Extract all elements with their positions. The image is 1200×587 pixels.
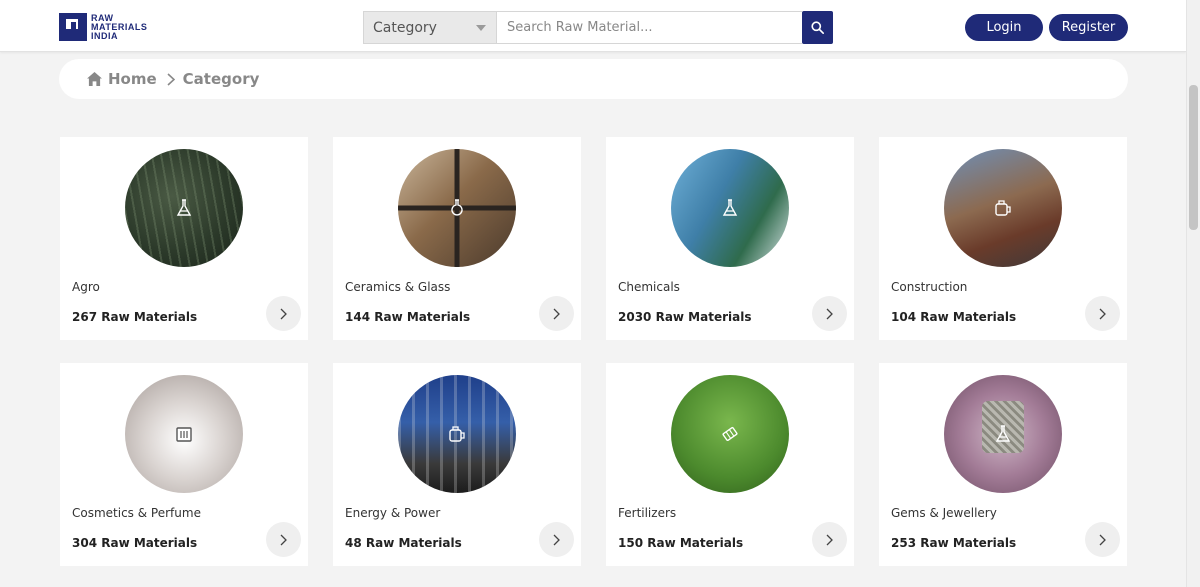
category-count: 48 Raw Materials [345, 536, 462, 550]
logo-mark-icon [59, 13, 87, 41]
breadcrumb: Home Category [59, 59, 1128, 99]
chevron-right-icon [553, 308, 560, 319]
category-count: 267 Raw Materials [72, 310, 198, 324]
category-card-ceramics-glass[interactable]: Ceramics & Glass 144 Raw Materials [333, 137, 581, 340]
category-arrow-button[interactable] [539, 296, 574, 331]
category-image[interactable] [398, 375, 516, 493]
search-icon [811, 21, 824, 34]
chevron-right-icon [553, 534, 560, 545]
category-name[interactable]: Agro [72, 280, 100, 294]
chevron-right-icon [280, 308, 287, 319]
category-name[interactable]: Chemicals [618, 280, 680, 294]
chevron-right-icon [1099, 534, 1106, 545]
category-arrow-button[interactable] [812, 522, 847, 557]
bag-icon [720, 424, 740, 444]
category-count: 144 Raw Materials [345, 310, 471, 324]
chevron-right-icon [826, 308, 833, 319]
category-card-gems-jewellery[interactable]: Gems & Jewellery 253 Raw Materials [879, 363, 1127, 566]
chevron-right-icon [1099, 308, 1106, 319]
flask-icon [720, 198, 740, 218]
flask-icon [174, 198, 194, 218]
category-arrow-button[interactable] [266, 522, 301, 557]
category-card-construction[interactable]: Construction 104 Raw Materials [879, 137, 1127, 340]
chevron-right-icon [280, 534, 287, 545]
register-button[interactable]: Register [1049, 14, 1128, 41]
category-count: 150 Raw Materials [618, 536, 744, 550]
site-logo[interactable]: RAW MATERIALS INDIA [59, 13, 147, 41]
caret-down-icon [476, 24, 486, 31]
scrollbar-thumb[interactable] [1189, 85, 1198, 230]
category-image[interactable] [944, 375, 1062, 493]
chevron-right-icon [167, 72, 175, 86]
category-name[interactable]: Cosmetics & Perfume [72, 506, 201, 520]
home-icon [87, 72, 102, 86]
category-arrow-button[interactable] [1085, 296, 1120, 331]
category-card-agro[interactable]: Agro 267 Raw Materials [60, 137, 308, 340]
category-card-cosmetics-perfume[interactable]: Cosmetics & Perfume 304 Raw Materials [60, 363, 308, 566]
category-count: 253 Raw Materials [891, 536, 1017, 550]
container-icon [447, 424, 467, 444]
category-name[interactable]: Construction [891, 280, 967, 294]
category-name[interactable]: Fertilizers [618, 506, 676, 520]
category-arrow-button[interactable] [1085, 522, 1120, 557]
category-image[interactable] [671, 375, 789, 493]
category-count: 2030 Raw Materials [618, 310, 752, 324]
search-input[interactable] [496, 11, 802, 44]
container-icon [993, 198, 1013, 218]
breadcrumb-home-label: Home [108, 70, 157, 88]
site-header: RAW MATERIALS INDIA Category Login Regis… [0, 0, 1186, 52]
category-image[interactable] [125, 375, 243, 493]
chevron-right-icon [826, 534, 833, 545]
search-bar: Category [363, 11, 833, 44]
category-image[interactable] [671, 149, 789, 267]
category-count: 304 Raw Materials [72, 536, 198, 550]
category-arrow-button[interactable] [812, 296, 847, 331]
category-select-label: Category [373, 19, 437, 36]
category-image[interactable] [125, 149, 243, 267]
login-button[interactable]: Login [965, 14, 1043, 41]
category-card-energy-power[interactable]: Energy & Power 48 Raw Materials [333, 363, 581, 566]
category-count: 104 Raw Materials [891, 310, 1017, 324]
breadcrumb-home[interactable]: Home [87, 70, 157, 88]
logo-text: RAW MATERIALS INDIA [91, 12, 148, 41]
category-arrow-button[interactable] [539, 522, 574, 557]
category-select[interactable]: Category [363, 11, 496, 44]
category-card-chemicals[interactable]: Chemicals 2030 Raw Materials [606, 137, 854, 340]
cosmetics-icon [174, 424, 194, 444]
category-image[interactable] [944, 149, 1062, 267]
category-card-fertilizers[interactable]: Fertilizers 150 Raw Materials [606, 363, 854, 566]
flask-icon [447, 198, 467, 218]
search-button[interactable] [802, 11, 833, 44]
category-image[interactable] [398, 149, 516, 267]
page-scrollbar[interactable] [1186, 0, 1200, 587]
category-name[interactable]: Ceramics & Glass [345, 280, 450, 294]
category-name[interactable]: Gems & Jewellery [891, 506, 997, 520]
category-arrow-button[interactable] [266, 296, 301, 331]
category-name[interactable]: Energy & Power [345, 506, 440, 520]
flask-icon [993, 424, 1013, 444]
breadcrumb-current: Category [182, 70, 260, 88]
